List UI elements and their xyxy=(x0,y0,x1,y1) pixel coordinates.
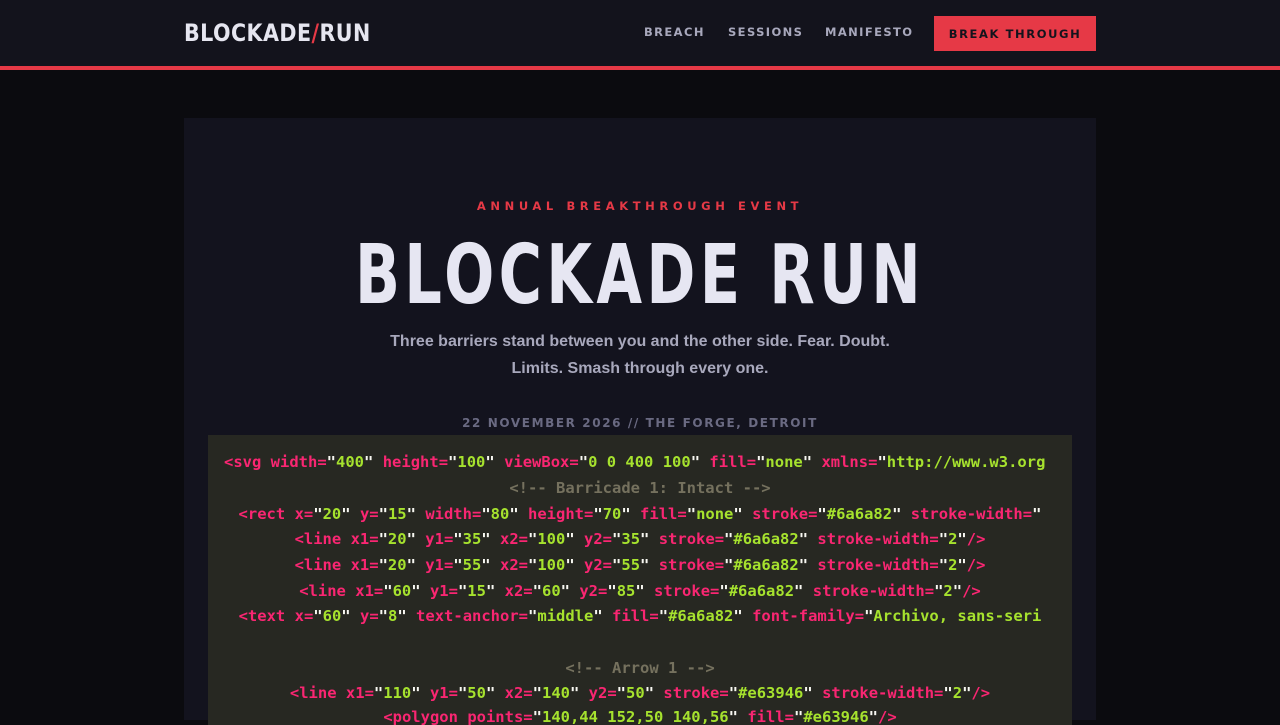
hero-eyebrow: ANNUAL BREAKTHROUGH EVENT xyxy=(476,199,804,213)
code-line: <line x1="20" y1="55" x2="100" y2="55" s… xyxy=(294,556,986,574)
nav-link-manifesto[interactable]: MANIFESTO xyxy=(825,23,913,41)
code-line: <line x1="20" y1="35" x2="100" y2="35" s… xyxy=(294,530,986,548)
nav-link-breach[interactable]: BREACH xyxy=(644,23,705,41)
code-line: <polygon points="140,44 152,50 140,56" f… xyxy=(383,708,897,725)
brand-logo[interactable]: BLOCKADE/RUN xyxy=(184,17,371,49)
code-line: <!-- Barricade 1: Intact --> xyxy=(509,479,771,497)
header-accent-rule xyxy=(0,66,1280,70)
code-line: <svg width="400" height="100" viewBox="0… xyxy=(224,453,1046,471)
hero-title: BLOCKADE RUN xyxy=(354,228,926,323)
tagline-line-1: Three barriers stand between you and the… xyxy=(390,333,890,350)
code-line: <rect x="20" y="15" width="80" height="7… xyxy=(238,505,1042,523)
code-line: <line x1="60" y1="15" x2="60" y2="85" st… xyxy=(299,582,981,600)
svg-code-block[interactable]: <svg width="400" height="100" viewBox="0… xyxy=(208,435,1072,725)
logo-word-right: RUN xyxy=(319,19,371,47)
top-navigation-bar: BLOCKADE/RUN BREACH SESSIONS MANIFESTO B… xyxy=(0,0,1280,66)
logo-word-left: BLOCKADE xyxy=(184,19,312,47)
nav-link-sessions[interactable]: SESSIONS xyxy=(728,23,803,41)
tagline-line-2: Limits. Smash through every one. xyxy=(511,360,769,377)
code-line: <text x="60" y="8" text-anchor="middle" … xyxy=(238,607,1042,625)
hero-tagline: Three barriers stand between you and the… xyxy=(380,328,900,382)
break-through-button[interactable]: BREAK THROUGH xyxy=(934,16,1096,51)
logo-slash: / xyxy=(311,19,320,47)
hero-card: ANNUAL BREAKTHROUGH EVENT BLOCKADE RUN T… xyxy=(184,118,1096,725)
event-date-location: 22 NOVEMBER 2026 // THE FORGE, DETROIT xyxy=(462,416,818,430)
code-line: <!-- Arrow 1 --> xyxy=(565,659,715,677)
code-line: <line x1="110" y1="50" x2="140" y2="50" … xyxy=(289,684,991,702)
